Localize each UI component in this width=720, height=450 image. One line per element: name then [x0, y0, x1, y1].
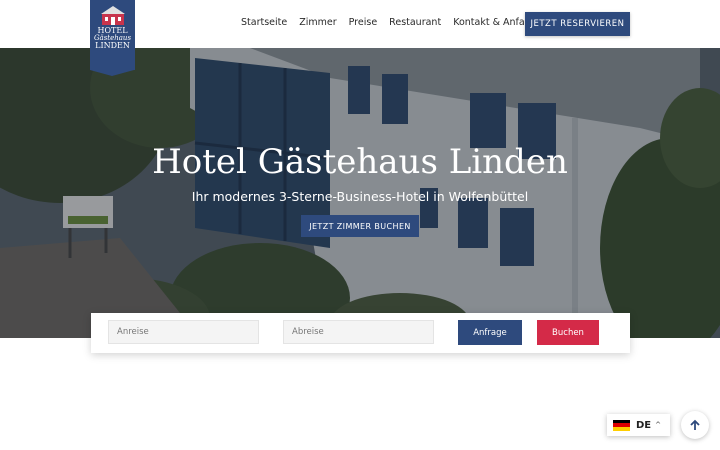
main-nav: Startseite Zimmer Preise Restaurant Kont… — [241, 17, 550, 28]
chevron-up-icon: ^ — [655, 421, 662, 429]
departure-input[interactable]: Abreise — [283, 320, 434, 344]
hero-subtitle: Ihr modernes 3-Sterne-Business-Hotel in … — [191, 189, 529, 204]
nav-startseite[interactable]: Startseite — [241, 17, 287, 28]
page: Hotel Gästehaus Linden Ihr modernes 3-St… — [0, 0, 720, 450]
inquiry-button[interactable]: Anfrage — [458, 320, 522, 345]
german-flag-icon — [613, 419, 630, 431]
hotel-building-icon — [100, 6, 125, 25]
reserve-button[interactable]: JETZT RESERVIEREN — [525, 12, 630, 36]
language-code: DE — [636, 419, 652, 431]
nav-restaurant[interactable]: Restaurant — [389, 17, 441, 28]
language-switcher[interactable]: DE ^ — [607, 414, 670, 436]
site-header: HOTEL Gästehaus LINDEN Startseite Zimmer… — [0, 0, 720, 76]
scroll-top-button[interactable] — [681, 411, 709, 439]
arrow-up-icon — [690, 419, 700, 430]
hero-title: Hotel Gästehaus Linden — [152, 142, 568, 182]
booking-bar: Anreise Abreise Anfrage Buchen — [91, 313, 630, 353]
book-button[interactable]: Buchen — [537, 320, 599, 345]
nav-zimmer[interactable]: Zimmer — [299, 17, 336, 28]
nav-preise[interactable]: Preise — [349, 17, 378, 28]
book-room-button[interactable]: JETZT ZIMMER BUCHEN — [301, 215, 419, 237]
hotel-logo[interactable]: HOTEL Gästehaus LINDEN — [90, 0, 135, 76]
arrival-input[interactable]: Anreise — [108, 320, 259, 344]
hero-banner: Hotel Gästehaus Linden Ihr modernes 3-St… — [0, 48, 720, 338]
logo-line-3: LINDEN — [95, 41, 130, 50]
